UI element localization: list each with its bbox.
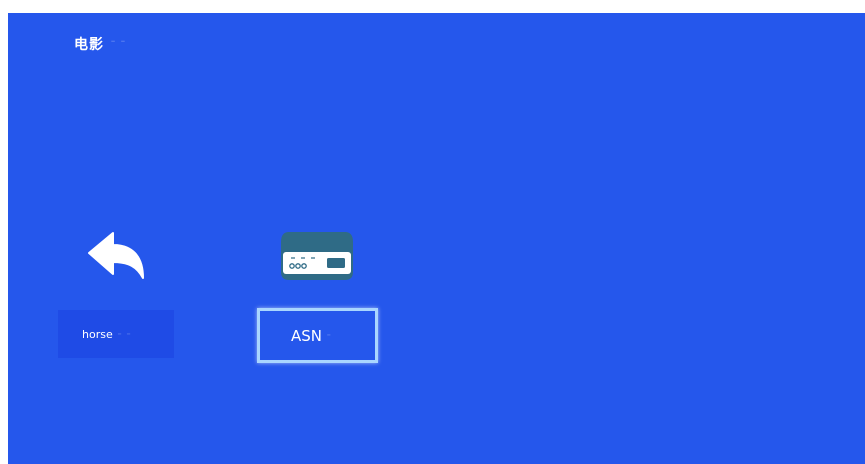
media-browser-screen: 电影 ⁃ ⁃ horse ⁃ ⁃ ASN ⁃ <box>8 13 865 464</box>
storage-label-box[interactable]: ASN ⁃ <box>257 308 378 363</box>
back-icon-wrap <box>58 221 178 291</box>
storage-icon-wrap <box>257 221 377 291</box>
page-title: 电影 <box>74 37 104 53</box>
storage-device-tile[interactable]: ASN ⁃ <box>257 221 378 363</box>
storage-label: ASN <box>291 326 323 345</box>
back-label-box[interactable]: horse ⁃ ⁃ <box>58 310 174 358</box>
back-label-shadow: ⁃ ⁃ <box>116 327 132 341</box>
storage-device-icon <box>281 232 353 280</box>
storage-label-shadow: ⁃ <box>326 329 332 342</box>
back-arrow-icon <box>88 232 144 279</box>
title-shadow: ⁃ ⁃ <box>110 35 126 49</box>
back-tile[interactable]: horse ⁃ ⁃ <box>58 221 178 361</box>
back-label: horse <box>82 327 113 341</box>
